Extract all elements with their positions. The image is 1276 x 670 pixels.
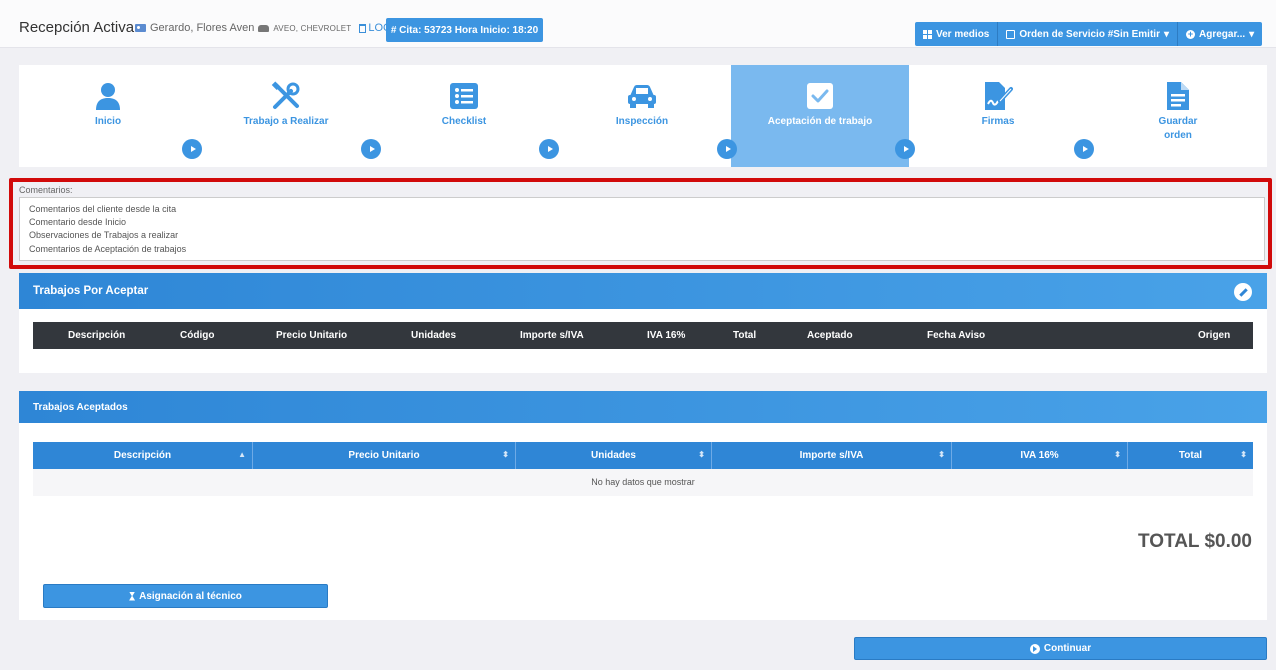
agregar-label: Agregar... [1199,28,1246,40]
ver-medios-label: Ver medios [936,28,990,40]
assign-technician-button[interactable]: Asignación al técnico [43,584,328,608]
step-label: Checklist [441,116,487,127]
sort-asc-icon: ▲ [238,450,246,459]
column-header: IVA 16% [647,330,686,341]
vehicle-label: AVEO, CHEVROLET [273,23,352,33]
step-label: Firmas [981,116,1015,127]
copy-icon [1006,29,1016,39]
pending-jobs-table-header: Descripción Código Precio Unitario Unida… [33,322,1253,349]
id-card-icon [135,24,146,32]
column-total[interactable]: Total ⬍ [1128,442,1253,469]
file-icon [1163,81,1193,111]
continue-button[interactable]: Continuar [854,637,1267,660]
plus-circle-icon: + [1186,28,1195,39]
column-header: Descripción [68,330,126,341]
next-arrow-icon[interactable] [717,139,737,159]
header-button-group: Ver medios Orden de Servicio #Sin Emitir… [915,22,1263,46]
sort-icon: ⬍ [938,450,945,459]
check-square-icon [805,81,835,111]
column-header: Código [180,330,215,341]
clipboard-icon [359,23,367,33]
car-icon [627,81,657,111]
step-firmas[interactable]: Firmas [909,65,1087,167]
next-arrow-icon[interactable] [1074,139,1094,159]
total-amount: TOTAL $0.00 [1137,531,1252,552]
accepted-jobs-panel: Trabajos Aceptados Descripción ▲ Precio … [19,391,1267,620]
sort-icon: ⬍ [698,450,705,459]
tools-icon [271,81,301,111]
step-label: Inspección [615,116,669,127]
orden-servicio-button[interactable]: Orden de Servicio #Sin Emitir ▾ [998,22,1178,46]
step-inspeccion[interactable]: Inspección [553,65,731,167]
comments-section: Comentarios: Comentarios del cliente des… [9,178,1272,269]
step-guardar-orden[interactable]: Guardar orden [1089,65,1267,167]
accepted-jobs-title: Trabajos Aceptados [33,401,128,413]
next-arrow-icon[interactable] [539,139,559,159]
column-header: Aceptado [807,330,853,341]
column-header: IVA 16% [1020,450,1059,461]
column-header: Precio Unitario [348,450,420,461]
next-arrow-icon[interactable] [182,139,202,159]
column-header: Unidades [411,330,457,341]
sort-icon: ⬍ [1240,450,1247,459]
accepted-jobs-table-header: Descripción ▲ Precio Unitario ⬍ Unidades… [33,442,1253,469]
column-precio-unitario[interactable]: Precio Unitario ⬍ [253,442,516,469]
step-aceptacion-de-trabajo[interactable]: Aceptación de trabajo [731,65,909,167]
pending-jobs-title: Trabajos Por Aceptar [33,285,149,297]
wizard-steps: Inicio Trabajo a Realizar Checklist Insp… [19,65,1267,167]
column-descripcion[interactable]: Descripción ▲ [33,442,253,469]
column-header: Importe s/IVA [799,450,864,461]
client-name: Gerardo, Flores Aven [150,22,255,34]
column-unidades[interactable]: Unidades ⬍ [516,442,712,469]
step-label: Inicio [94,116,122,127]
pending-jobs-panel: Trabajos Por Aceptar Descripción Código … [19,273,1267,373]
caret-down-icon: ▾ [1249,28,1255,40]
assign-technician-label: Asignación al técnico [139,590,242,602]
column-importe[interactable]: Importe s/IVA ⬍ [712,442,952,469]
column-header: Importe s/IVA [520,330,584,341]
accepted-jobs-header: Trabajos Aceptados [19,391,1267,423]
column-header: Precio Unitario [276,330,348,341]
column-header: Fecha Aviso [927,330,986,341]
cita-badge: # Cita: 53723 Hora Inicio: 18:20 [386,18,543,42]
comments-label: Comentarios: [19,185,73,195]
column-header: Unidades [590,450,636,461]
column-header: Descripción [113,450,172,461]
agregar-button[interactable]: + Agregar... ▾ [1178,22,1263,46]
step-inicio[interactable]: Inicio [19,65,197,167]
comments-textarea[interactable]: Comentarios del cliente desde la cita Co… [19,197,1265,261]
arrow-right-circle-icon [1029,643,1040,654]
car-icon [258,24,270,32]
orden-servicio-label: Orden de Servicio #Sin Emitir [1019,28,1160,40]
column-header: Origen [1198,330,1231,341]
user-icon [93,81,123,111]
caret-down-icon: ▾ [1163,28,1169,40]
pending-jobs-header: Trabajos Por Aceptar [19,273,1267,309]
pencil-icon[interactable] [1234,283,1252,301]
next-arrow-icon[interactable] [895,139,915,159]
sort-icon: ⬍ [1114,450,1121,459]
step-label: Guardar orden [1158,116,1198,141]
step-label: Aceptación de trabajo [767,116,873,127]
checklist-icon [449,81,479,111]
next-arrow-icon[interactable] [361,139,381,159]
signature-icon [983,81,1013,111]
hourglass-icon [129,591,136,601]
step-trabajo-a-realizar[interactable]: Trabajo a Realizar [197,65,375,167]
sort-icon: ⬍ [502,450,509,459]
continue-label: Continuar [1043,643,1092,654]
client-info: Gerardo, Flores Aven AVEO, CHEVROLET LOG [135,22,392,34]
step-checklist[interactable]: Checklist [375,65,553,167]
column-header: Total [1178,450,1203,461]
page-header: Recepción Activa Gerardo, Flores Aven AV… [0,0,1276,48]
grid-icon [923,29,932,39]
column-iva[interactable]: IVA 16% ⬍ [952,442,1128,469]
step-label: Trabajo a Realizar [243,116,329,127]
ver-medios-button[interactable]: Ver medios [915,22,999,46]
column-header: Total [733,330,757,341]
page-title: Recepción Activa [19,19,135,36]
empty-table-message: No hay datos que mostrar [33,469,1253,496]
